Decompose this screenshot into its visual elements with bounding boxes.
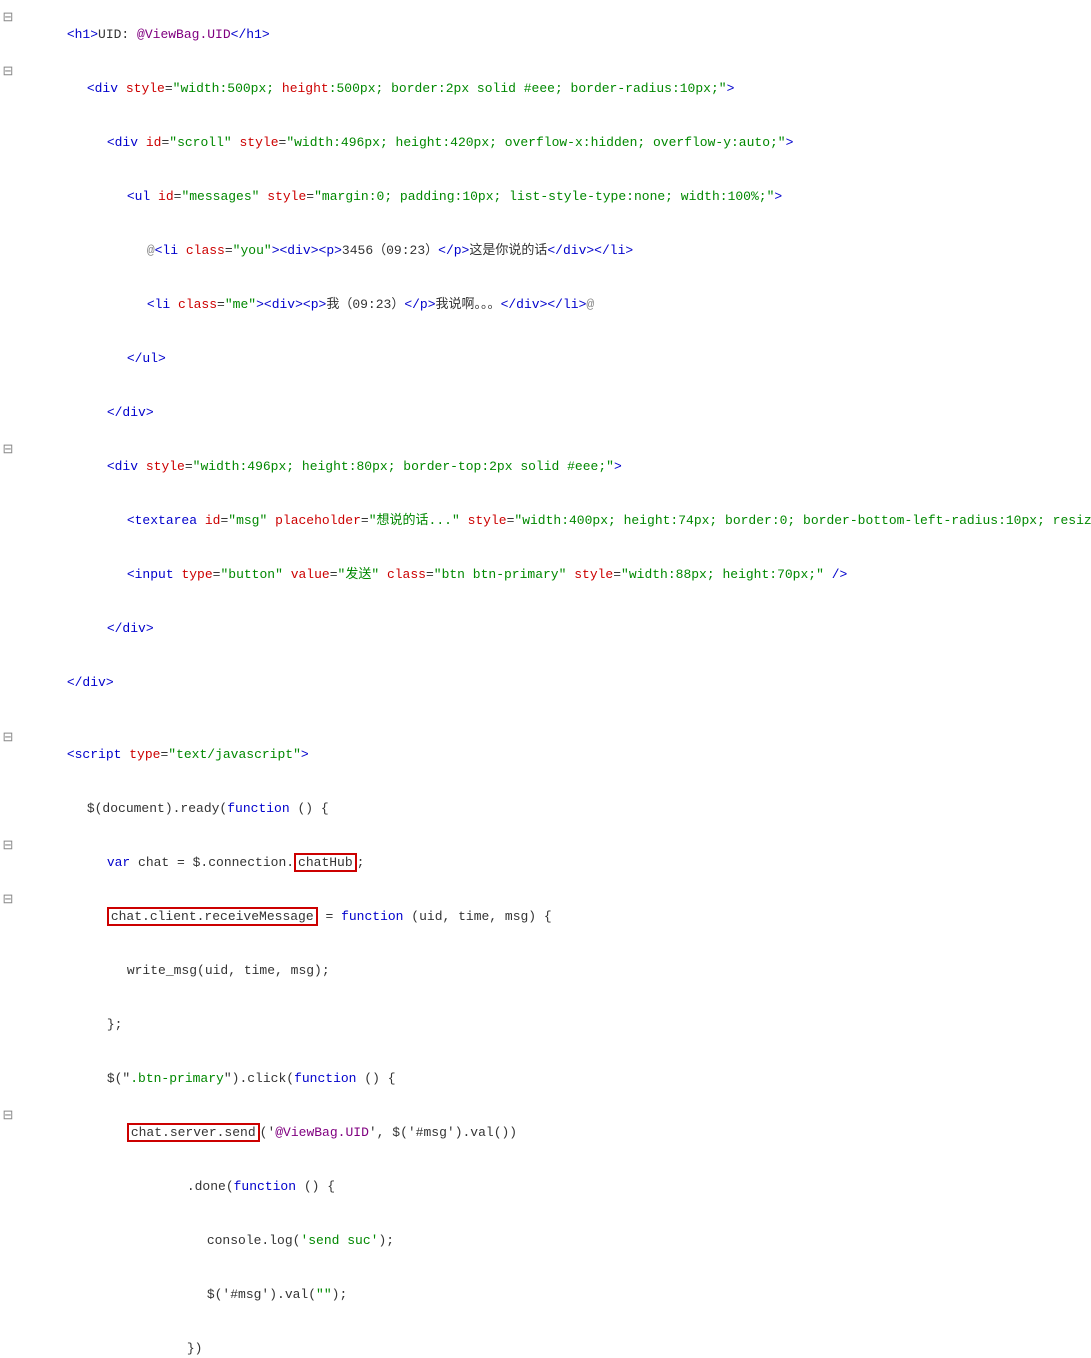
gutter-9: ⊟ <box>0 440 16 459</box>
content-10: <textarea id="msg" placeholder="想说的话..."… <box>16 494 1091 548</box>
line-17: ⊟ var chat = $.connection.chatHub; <box>0 836 1091 890</box>
line-7: </ul> <box>0 332 1091 386</box>
gutter-1: ⊟ <box>0 8 16 27</box>
content-12: </div> <box>16 602 1091 656</box>
gutter-5 <box>0 224 16 225</box>
content-15: <script type="text/javascript"> <box>16 728 1091 782</box>
gutter-25 <box>0 1268 16 1269</box>
content-11: <input type="button" value="发送" class="b… <box>16 548 1091 602</box>
gutter-24 <box>0 1214 16 1215</box>
line-12: </div> <box>0 602 1091 656</box>
gutter-20 <box>0 998 16 999</box>
line-6: <li class="me"><div><p>我（09:23）</p>我说啊。。… <box>0 278 1091 332</box>
line-20: }; <box>0 998 1091 1052</box>
line-1: ⊟ <h1>UID: @ViewBag.UID</h1> <box>0 8 1091 62</box>
content-23: .done(function () { <box>16 1160 1091 1214</box>
content-2: <div style="width:500px; height:500px; b… <box>16 62 1091 116</box>
line-24: console.log('send suc'); <box>0 1214 1091 1268</box>
gutter-6 <box>0 278 16 279</box>
gutter-12 <box>0 602 16 603</box>
line-18: ⊟ chat.client.receiveMessage = function … <box>0 890 1091 944</box>
gutter-7 <box>0 332 16 333</box>
content-26: }) <box>16 1322 1091 1358</box>
gutter-3 <box>0 116 16 117</box>
gutter-14 <box>0 710 16 711</box>
gutter-4 <box>0 170 16 171</box>
gutter-10 <box>0 494 16 495</box>
content-6: <li class="me"><div><p>我（09:23）</p>我说啊。。… <box>16 278 1091 332</box>
content-3: <div id="scroll" style="width:496px; hei… <box>16 116 1091 170</box>
content-25: $('#msg').val(""); <box>16 1268 1091 1322</box>
gutter-19 <box>0 944 16 945</box>
gutter-8 <box>0 386 16 387</box>
gutter-13 <box>0 656 16 657</box>
line-25: $('#msg').val(""); <box>0 1268 1091 1322</box>
gutter-16 <box>0 782 16 783</box>
content-4: <ul id="messages" style="margin:0; paddi… <box>16 170 1091 224</box>
gutter-11 <box>0 548 16 549</box>
gutter-23 <box>0 1160 16 1161</box>
gutter-21 <box>0 1052 16 1053</box>
content-18: chat.client.receiveMessage = function (u… <box>16 890 1091 944</box>
content-16: $(document).ready(function () { <box>16 782 1091 836</box>
line-4: <ul id="messages" style="margin:0; paddi… <box>0 170 1091 224</box>
line-14 <box>0 710 1091 728</box>
code-container: ⊟ <h1>UID: @ViewBag.UID</h1> ⊟ <div styl… <box>0 0 1091 1358</box>
content-14 <box>16 710 1091 728</box>
line-15: ⊟ <script type="text/javascript"> <box>0 728 1091 782</box>
line-10: <textarea id="msg" placeholder="想说的话..."… <box>0 494 1091 548</box>
line-9: ⊟ <div style="width:496px; height:80px; … <box>0 440 1091 494</box>
gutter-22: ⊟ <box>0 1106 16 1125</box>
content-5: @<li class="you"><div><p>3456（09:23）</p>… <box>16 224 1091 278</box>
gutter-17: ⊟ <box>0 836 16 855</box>
content-22: chat.server.send('@ViewBag.UID', $('#msg… <box>16 1106 1091 1160</box>
content-20: }; <box>16 998 1091 1052</box>
gutter-2: ⊟ <box>0 62 16 81</box>
content-13: </div> <box>16 656 1091 710</box>
line-5: @<li class="you"><div><p>3456（09:23）</p>… <box>0 224 1091 278</box>
line-21: $(".btn-primary").click(function () { <box>0 1052 1091 1106</box>
line-19: write_msg(uid, time, msg); <box>0 944 1091 998</box>
line-23: .done(function () { <box>0 1160 1091 1214</box>
content-21: $(".btn-primary").click(function () { <box>16 1052 1091 1106</box>
line-16: $(document).ready(function () { <box>0 782 1091 836</box>
line-3: <div id="scroll" style="width:496px; hei… <box>0 116 1091 170</box>
gutter-26 <box>0 1322 16 1323</box>
content-19: write_msg(uid, time, msg); <box>16 944 1091 998</box>
line-8: </div> <box>0 386 1091 440</box>
line-26: }) <box>0 1322 1091 1358</box>
content-24: console.log('send suc'); <box>16 1214 1091 1268</box>
gutter-18: ⊟ <box>0 890 16 909</box>
content-17: var chat = $.connection.chatHub; <box>16 836 1091 890</box>
content-9: <div style="width:496px; height:80px; bo… <box>16 440 1091 494</box>
line-13: </div> <box>0 656 1091 710</box>
content-7: </ul> <box>16 332 1091 386</box>
line-11: <input type="button" value="发送" class="b… <box>0 548 1091 602</box>
gutter-15: ⊟ <box>0 728 16 747</box>
line-22: ⊟ chat.server.send('@ViewBag.UID', $('#m… <box>0 1106 1091 1160</box>
line-2: ⊟ <div style="width:500px; height:500px;… <box>0 62 1091 116</box>
content-8: </div> <box>16 386 1091 440</box>
content-1: <h1>UID: @ViewBag.UID</h1> <box>16 8 1091 62</box>
